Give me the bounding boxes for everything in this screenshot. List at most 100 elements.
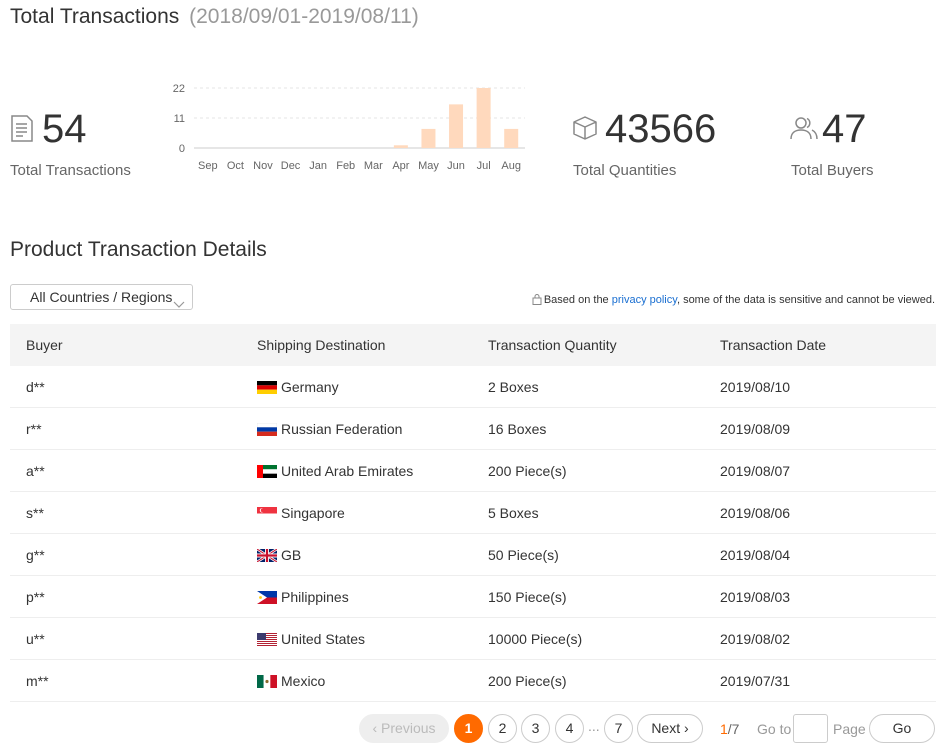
page-button-7[interactable]: 7: [604, 714, 633, 743]
x-tick-label: Jun: [447, 160, 465, 172]
total-transactions-label: Total Transactions: [10, 162, 131, 179]
users-icon: [790, 116, 818, 140]
header-destination: Shipping Destination: [241, 324, 472, 366]
quantity-cell: 5 Boxes: [472, 491, 704, 534]
previous-page-button[interactable]: ‹ Previous: [359, 714, 449, 743]
destination-text: GB: [281, 546, 302, 563]
section-title: Product Transaction Details: [10, 238, 267, 261]
quantity-cell: 200 Piece(s): [472, 449, 704, 492]
x-tick-label: Feb: [336, 160, 355, 172]
table-row: m** Mexico 200 Piece(s) 2019/07/31: [10, 659, 936, 702]
title-text: Total Transactions: [10, 5, 180, 28]
destination-cell: GB: [241, 533, 472, 576]
date-cell: 2019/08/07: [704, 449, 936, 492]
buyer-cell: g**: [10, 533, 241, 576]
sg-flag-icon: [257, 506, 277, 520]
page-button-1[interactable]: 1: [454, 714, 483, 743]
table-row: a** United Arab Emirates 200 Piece(s) 2019/…: [10, 449, 936, 492]
go-button[interactable]: Go: [869, 714, 935, 743]
header-quantity: Transaction Quantity: [472, 324, 704, 366]
x-tick-label: Jan: [309, 160, 327, 172]
total-quantities-value: 43566: [605, 107, 717, 151]
quantity-cell: 16 Boxes: [472, 407, 704, 450]
header-buyer: Buyer: [10, 324, 241, 366]
privacy-suffix: , some of the data is sensitive and cann…: [676, 294, 935, 306]
date-cell: 2019/08/02: [704, 617, 936, 660]
destination-text: Philippines: [281, 588, 349, 605]
buyer-cell: d**: [10, 366, 241, 408]
table-row: p** Philippines 150 Piece(s) 2019/08/03: [10, 575, 936, 618]
date-cell: 2019/08/04: [704, 533, 936, 576]
chart-bar-jul: [476, 88, 491, 148]
date-cell: 2019/07/31: [704, 659, 936, 702]
buyer-cell: a**: [10, 449, 241, 492]
x-tick-label: Apr: [392, 160, 409, 172]
ru-flag-icon: [256, 422, 278, 436]
page-button-4[interactable]: 4: [555, 714, 584, 743]
destination-cell: Germany: [241, 366, 472, 408]
chevron-right-icon: ›: [684, 720, 689, 736]
chart-bar-apr: [393, 145, 408, 148]
chart-bar-jun: [449, 104, 464, 148]
x-tick-label: Dec: [281, 160, 301, 172]
destination-cell: United States: [241, 617, 472, 660]
page-button-3[interactable]: 3: [521, 714, 550, 743]
mx-flag-icon: [257, 674, 277, 688]
page-title: Total Transactions (2018/09/01-2019/08/1…: [10, 5, 419, 29]
next-label: Next: [651, 720, 681, 736]
x-tick-label: Mar: [364, 160, 383, 172]
page-indicator: 1/7: [720, 721, 739, 737]
buyer-cell: u**: [10, 617, 241, 660]
quantity-cell: 200 Piece(s): [472, 659, 704, 702]
header-date: Transaction Date: [704, 324, 936, 366]
quantity-cell: 10000 Piece(s): [472, 617, 704, 660]
goto-label: Go to: [757, 721, 792, 737]
buyer-cell: m**: [10, 659, 241, 702]
date-range: (2018/09/01-2019/08/11): [189, 5, 419, 28]
privacy-notice: Based on the privacy policy, some of the…: [532, 293, 935, 308]
x-tick-label: May: [418, 160, 439, 172]
x-tick-label: Nov: [253, 160, 273, 172]
quantity-cell: 150 Piece(s): [472, 575, 704, 618]
destination-text: Germany: [281, 378, 339, 395]
ph-flag-icon: [257, 590, 277, 604]
de-flag-icon: [257, 380, 277, 394]
destination-text: Singapore: [281, 504, 345, 521]
chart-svg: 22 11 0 Sep Oct Nov Dec Jan Feb Mar Apr May Jun Jul Au…: [173, 83, 525, 172]
date-cell: 2019/08/10: [704, 366, 936, 408]
buyer-cell: s**: [10, 491, 241, 534]
table-row: g** GB 50 Piece(s) 2019/08/04: [10, 533, 936, 576]
goto-page-input[interactable]: [793, 714, 828, 743]
total-pages: /7: [727, 721, 740, 737]
destination-cell: Singapore: [241, 491, 472, 534]
chevron-left-icon: ‹: [372, 720, 378, 736]
lock-icon: [532, 293, 542, 308]
country-filter-dropdown[interactable]: All Countries / Regions: [10, 284, 193, 310]
quantity-cell: 2 Boxes: [472, 366, 704, 408]
page-button-2[interactable]: 2: [488, 714, 517, 743]
destination-text: Mexico: [281, 672, 326, 689]
ae-flag-icon: [257, 464, 277, 478]
total-buyers-label: Total Buyers: [791, 162, 874, 179]
total-quantities-label: Total Quantities: [573, 162, 677, 179]
table-row: d** Germany 2 Boxes 2019/08/10: [10, 366, 936, 408]
privacy-prefix: Based on the: [543, 294, 612, 306]
date-cell: 2019/08/03: [704, 575, 936, 618]
destination-cell: Philippines: [241, 575, 472, 618]
previous-label: Previous: [381, 720, 436, 736]
destination-cell: Mexico: [241, 659, 472, 702]
total-transactions-value: 54: [42, 107, 87, 151]
x-tick-label: Oct: [227, 160, 244, 172]
y-tick-label: 0: [179, 143, 185, 155]
buyer-cell: p**: [10, 575, 241, 618]
y-tick-label: 22: [173, 83, 185, 95]
buyer-cell: r**: [10, 407, 241, 450]
chart-bar-aug: [504, 128, 519, 148]
privacy-policy-link[interactable]: privacy policy: [612, 294, 677, 306]
filter-label: All Countries / Regions: [30, 289, 173, 305]
table-row: r** Russian Federation 16 Boxes 2019/08/09: [10, 407, 936, 450]
chart-bar-may: [421, 128, 436, 148]
destination-text: United States: [281, 630, 366, 647]
next-page-button[interactable]: Next ›: [637, 714, 703, 743]
table-row: s** Singapore 5 Boxes 2019/08/06: [10, 491, 936, 534]
